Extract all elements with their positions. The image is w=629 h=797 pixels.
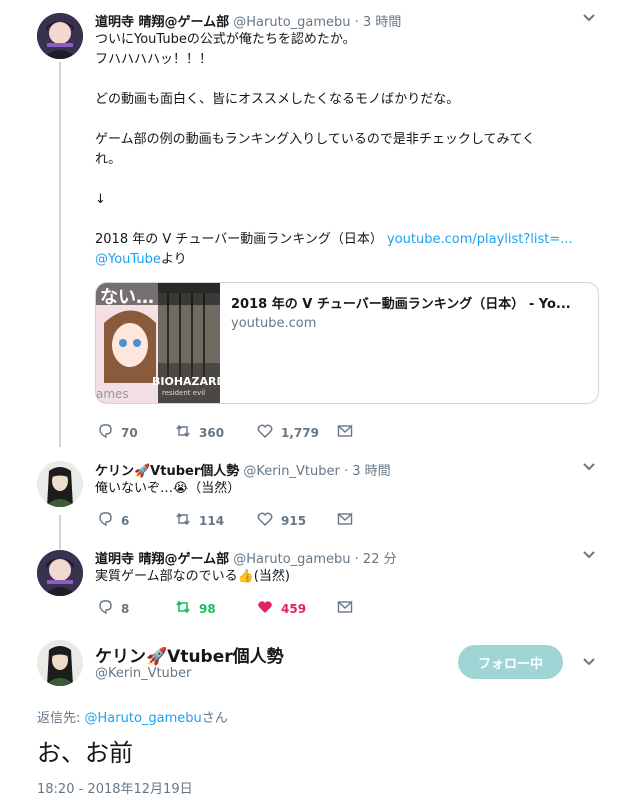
like-button[interactable]: 459 (257, 599, 306, 618)
thumbnail-side-text: ames (96, 387, 129, 401)
envelope-icon (337, 599, 353, 618)
tweet-header: 道明寺 晴翔@ゲーム部 @Haruto_gamebu · 22 分 (95, 548, 397, 567)
reply-count: 8 (121, 601, 130, 616)
playlist-link[interactable]: youtube.com/playlist?list=... (387, 232, 573, 247)
retweet-icon (175, 511, 191, 530)
reply-handle-link[interactable]: @Haruto_gamebu (85, 711, 202, 726)
thumbnail-caption: ない… (100, 287, 154, 308)
reply-button[interactable]: 8 (97, 599, 129, 618)
retweet-count: 360 (199, 425, 225, 440)
like-button[interactable]: 915 (257, 511, 306, 530)
thumbnail-logo-sub: resident evil (162, 389, 206, 397)
envelope-icon (337, 511, 353, 530)
author-name[interactable]: 道明寺 晴翔@ゲーム部 (95, 15, 229, 30)
avatar[interactable] (37, 13, 83, 59)
link-card[interactable]: ない… BIOHAZARD resident evil ames 2018 年の… (95, 282, 599, 404)
tweet-line: フハハハハッ！！！ (95, 52, 213, 67)
reply-icon (97, 511, 113, 530)
reply-count: 6 (121, 513, 130, 528)
heart-icon (257, 511, 273, 530)
tweet-line: @YouTubeより (95, 250, 187, 270)
like-count: 1,779 (281, 425, 319, 440)
card-domain: youtube.com (231, 316, 317, 331)
retweet-button[interactable]: 360 (175, 423, 224, 442)
tweet-time[interactable]: · 3 時間 (344, 464, 391, 479)
mention-suffix: より (160, 252, 187, 267)
tweet-line: 2018 年の V チューバー動画ランキング（日本） youtube.com/p… (95, 230, 573, 250)
author-handle[interactable]: @Haruto_gamebu (233, 15, 350, 30)
tweet-time[interactable]: · 3 時間 (355, 15, 402, 30)
tweet-line: どの動画も面白く、皆にオススメしたくなるモノばかりだな。 (95, 92, 460, 107)
retweet-icon (175, 423, 191, 442)
message-button[interactable] (337, 423, 353, 442)
tweet-text: 俺いないぞ…😭（当然） (95, 481, 241, 496)
reply-count: 70 (121, 425, 138, 440)
tweet-line: ↓ (95, 192, 106, 207)
author-handle[interactable]: @Kerin_Vtuber (243, 464, 339, 479)
like-count: 459 (281, 601, 307, 616)
mention-link[interactable]: @YouTube (95, 252, 161, 267)
tweet-header: ケリン🚀Vtuber個人勢 @Kerin_Vtuber · 3 時間 (95, 460, 391, 479)
retweet-icon (175, 599, 191, 618)
reply-prefix: 返信先: (37, 711, 85, 726)
tweet-actions: 8 98 459 (97, 599, 357, 619)
retweet-button[interactable]: 114 (175, 511, 224, 530)
card-thumbnail: ない… BIOHAZARD resident evil ames (96, 283, 220, 403)
like-button[interactable]: 1,779 (257, 423, 319, 442)
envelope-icon (337, 423, 353, 442)
retweet-count: 98 (199, 601, 216, 616)
avatar[interactable] (37, 640, 83, 686)
tweet-line: ゲーム部の例の動画もランキング入りしているので是非チェックしてみてく (95, 132, 536, 147)
tweet-header: 道明寺 晴翔@ゲーム部 @Haruto_gamebu · 3 時間 (95, 11, 401, 30)
tweet-timestamp[interactable]: 18:20 - 2018年12月19日 (37, 778, 193, 797)
avatar[interactable] (37, 550, 83, 596)
chevron-down-icon[interactable] (582, 11, 596, 29)
reply-to-line: 返信先: @Haruto_gamebuさん (37, 707, 228, 726)
reply-button[interactable]: 6 (97, 511, 129, 530)
follow-button[interactable]: フォロー中 (458, 645, 563, 679)
like-count: 915 (281, 513, 307, 528)
thread-line (59, 62, 61, 447)
thumbnail-logo: BIOHAZARD (152, 375, 220, 388)
author-name[interactable]: ケリン🚀Vtuber個人勢 (95, 642, 284, 667)
heart-icon (257, 599, 273, 618)
tweet-line: ついにYouTubeの公式が俺たちを認めたか。 (95, 32, 356, 47)
retweet-button[interactable]: 98 (175, 599, 216, 618)
tweet-line: れ。 (95, 152, 122, 167)
author-handle[interactable]: @Haruto_gamebu (233, 552, 350, 567)
avatar[interactable] (37, 461, 83, 507)
reply-button[interactable]: 70 (97, 423, 138, 442)
chevron-down-icon[interactable] (582, 655, 596, 673)
reply-suffix: さん (201, 711, 228, 726)
tweet-time[interactable]: · 22 分 (355, 552, 397, 567)
heart-icon (257, 423, 273, 442)
tweet-actions: 6 114 915 (97, 511, 357, 531)
tweet-text: 実質ゲーム部なのでいる👍(当然) (95, 569, 290, 584)
focused-tweet-text: お、お前 (37, 739, 133, 767)
card-title[interactable]: 2018 年の V チューバー動画ランキング（日本） - Yo... (231, 293, 571, 312)
reply-icon (97, 423, 113, 442)
thread-line (59, 515, 61, 549)
tweet-actions: 70 360 1,779 (97, 423, 357, 443)
chevron-down-icon[interactable] (582, 460, 596, 478)
author-handle[interactable]: @Kerin_Vtuber (95, 666, 191, 681)
retweet-count: 114 (199, 513, 225, 528)
author-name[interactable]: 道明寺 晴翔@ゲーム部 (95, 552, 229, 567)
message-button[interactable] (337, 511, 353, 530)
author-name[interactable]: ケリン🚀Vtuber個人勢 (95, 464, 239, 479)
message-button[interactable] (337, 599, 353, 618)
reply-icon (97, 599, 113, 618)
tweet-line-text: 2018 年の V チューバー動画ランキング（日本） (95, 232, 383, 247)
chevron-down-icon[interactable] (582, 548, 596, 566)
